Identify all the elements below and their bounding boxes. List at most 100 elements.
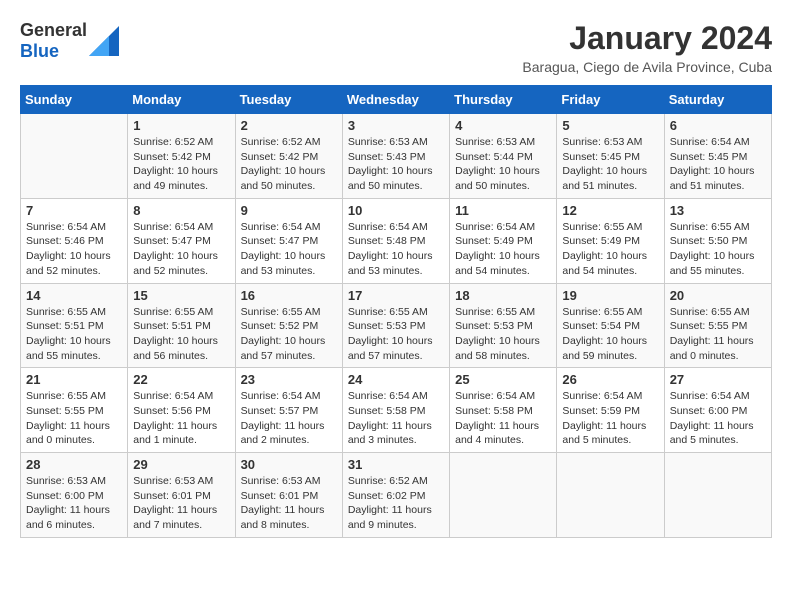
day-cell: 12 Sunrise: 6:55 AM Sunset: 5:49 PM Dayli… (557, 198, 664, 283)
day-number: 20 (670, 288, 766, 303)
day-number: 5 (562, 118, 658, 133)
day-info: Sunrise: 6:55 AM Sunset: 5:49 PM Dayligh… (562, 220, 658, 279)
day-number: 7 (26, 203, 122, 218)
day-cell: 31Sunrise: 6:52 AM Sunset: 6:02 PM Dayli… (342, 453, 449, 538)
day-info: Sunrise: 6:55 AM Sunset: 5:52 PM Dayligh… (241, 305, 337, 364)
header-cell-friday: Friday (557, 86, 664, 114)
day-cell: 9 Sunrise: 6:54 AM Sunset: 5:47 PM Daylig… (235, 198, 342, 283)
day-number: 22 (133, 372, 229, 387)
day-number: 14 (26, 288, 122, 303)
day-cell (450, 453, 557, 538)
logo: General Blue (20, 20, 119, 62)
day-cell: 30 Sunrise: 6:53 AM Sunset: 6:01 PM Dayli… (235, 453, 342, 538)
day-cell: 8Sunrise: 6:54 AM Sunset: 5:47 PM Daylig… (128, 198, 235, 283)
calendar-header: SundayMondayTuesdayWednesdayThursdayFrid… (21, 86, 772, 114)
day-cell: 18 Sunrise: 6:55 AM Sunset: 5:53 PM Dayli… (450, 283, 557, 368)
day-info: Sunrise: 6:55 AM Sunset: 5:53 PM Dayligh… (455, 305, 551, 364)
day-number: 12 (562, 203, 658, 218)
header-cell-tuesday: Tuesday (235, 86, 342, 114)
day-cell: 6Sunrise: 6:54 AM Sunset: 5:45 PM Daylig… (664, 114, 771, 199)
day-cell: 28 Sunrise: 6:53 AM Sunset: 6:00 PM Dayli… (21, 453, 128, 538)
day-info: Sunrise: 6:54 AM Sunset: 5:58 PM Dayligh… (348, 389, 444, 448)
title-area: January 2024 Baragua, Ciego de Avila Pro… (522, 20, 772, 75)
day-number: 29 (133, 457, 229, 472)
header-cell-sunday: Sunday (21, 86, 128, 114)
day-info: Sunrise: 6:55 AM Sunset: 5:54 PM Dayligh… (562, 305, 658, 364)
day-cell (664, 453, 771, 538)
day-cell: 19 Sunrise: 6:55 AM Sunset: 5:54 PM Dayli… (557, 283, 664, 368)
day-number: 4 (455, 118, 551, 133)
day-cell: 7 Sunrise: 6:54 AM Sunset: 5:46 PM Daylig… (21, 198, 128, 283)
header-cell-saturday: Saturday (664, 86, 771, 114)
header-cell-thursday: Thursday (450, 86, 557, 114)
day-info: Sunrise: 6:52 AM Sunset: 6:02 PM Dayligh… (348, 474, 444, 533)
day-cell: 11Sunrise: 6:54 AM Sunset: 5:49 PM Dayli… (450, 198, 557, 283)
day-cell: 15Sunrise: 6:55 AM Sunset: 5:51 PM Dayli… (128, 283, 235, 368)
day-info: Sunrise: 6:53 AM Sunset: 5:45 PM Dayligh… (562, 135, 658, 194)
day-number: 18 (455, 288, 551, 303)
day-cell: 27 Sunrise: 6:54 AM Sunset: 6:00 PM Dayli… (664, 368, 771, 453)
day-info: Sunrise: 6:55 AM Sunset: 5:53 PM Dayligh… (348, 305, 444, 364)
day-cell: 20 Sunrise: 6:55 AM Sunset: 5:55 PM Dayli… (664, 283, 771, 368)
week-row-1: 1Sunrise: 6:52 AM Sunset: 5:42 PM Daylig… (21, 114, 772, 199)
day-cell: 22Sunrise: 6:54 AM Sunset: 5:56 PM Dayli… (128, 368, 235, 453)
header-cell-monday: Monday (128, 86, 235, 114)
day-info: Sunrise: 6:54 AM Sunset: 5:59 PM Dayligh… (562, 389, 658, 448)
day-info: Sunrise: 6:53 AM Sunset: 6:01 PM Dayligh… (241, 474, 337, 533)
day-cell: 24 Sunrise: 6:54 AM Sunset: 5:58 PM Dayli… (342, 368, 449, 453)
day-cell: 5 Sunrise: 6:53 AM Sunset: 5:45 PM Daylig… (557, 114, 664, 199)
page-header: General Blue January 2024 Baragua, Ciego… (20, 20, 772, 75)
day-cell: 10 Sunrise: 6:54 AM Sunset: 5:48 PM Dayli… (342, 198, 449, 283)
day-info: Sunrise: 6:55 AM Sunset: 5:55 PM Dayligh… (670, 305, 766, 364)
week-row-5: 28 Sunrise: 6:53 AM Sunset: 6:00 PM Dayli… (21, 453, 772, 538)
day-number: 28 (26, 457, 122, 472)
week-row-4: 21 Sunrise: 6:55 AM Sunset: 5:55 PM Dayli… (21, 368, 772, 453)
day-cell: 16 Sunrise: 6:55 AM Sunset: 5:52 PM Dayli… (235, 283, 342, 368)
day-number: 19 (562, 288, 658, 303)
day-info: Sunrise: 6:52 AM Sunset: 5:42 PM Dayligh… (241, 135, 337, 194)
day-number: 30 (241, 457, 337, 472)
day-info: Sunrise: 6:55 AM Sunset: 5:55 PM Dayligh… (26, 389, 122, 448)
day-cell: 25 Sunrise: 6:54 AM Sunset: 5:58 PM Dayli… (450, 368, 557, 453)
day-cell: 2 Sunrise: 6:52 AM Sunset: 5:42 PM Daylig… (235, 114, 342, 199)
day-info: Sunrise: 6:54 AM Sunset: 5:47 PM Dayligh… (241, 220, 337, 279)
day-number: 21 (26, 372, 122, 387)
day-number: 6 (670, 118, 766, 133)
day-number: 16 (241, 288, 337, 303)
logo-text: General Blue (20, 20, 87, 62)
day-info: Sunrise: 6:54 AM Sunset: 5:48 PM Dayligh… (348, 220, 444, 279)
day-info: Sunrise: 6:53 AM Sunset: 6:01 PM Dayligh… (133, 474, 229, 533)
day-info: Sunrise: 6:54 AM Sunset: 5:57 PM Dayligh… (241, 389, 337, 448)
calendar-body: 1Sunrise: 6:52 AM Sunset: 5:42 PM Daylig… (21, 114, 772, 538)
day-info: Sunrise: 6:55 AM Sunset: 5:51 PM Dayligh… (133, 305, 229, 364)
header-row: SundayMondayTuesdayWednesdayThursdayFrid… (21, 86, 772, 114)
week-row-3: 14 Sunrise: 6:55 AM Sunset: 5:51 PM Dayli… (21, 283, 772, 368)
day-info: Sunrise: 6:54 AM Sunset: 5:58 PM Dayligh… (455, 389, 551, 448)
day-number: 2 (241, 118, 337, 133)
day-number: 13 (670, 203, 766, 218)
day-info: Sunrise: 6:53 AM Sunset: 5:44 PM Dayligh… (455, 135, 551, 194)
day-cell: 4 Sunrise: 6:53 AM Sunset: 5:44 PM Daylig… (450, 114, 557, 199)
day-number: 27 (670, 372, 766, 387)
day-number: 11 (455, 203, 551, 218)
day-cell (557, 453, 664, 538)
day-number: 10 (348, 203, 444, 218)
day-info: Sunrise: 6:54 AM Sunset: 6:00 PM Dayligh… (670, 389, 766, 448)
day-number: 24 (348, 372, 444, 387)
day-number: 17 (348, 288, 444, 303)
day-info: Sunrise: 6:55 AM Sunset: 5:51 PM Dayligh… (26, 305, 122, 364)
day-number: 23 (241, 372, 337, 387)
day-number: 26 (562, 372, 658, 387)
day-number: 9 (241, 203, 337, 218)
calendar-table: SundayMondayTuesdayWednesdayThursdayFrid… (20, 85, 772, 538)
day-cell: 3Sunrise: 6:53 AM Sunset: 5:43 PM Daylig… (342, 114, 449, 199)
day-info: Sunrise: 6:53 AM Sunset: 6:00 PM Dayligh… (26, 474, 122, 533)
day-number: 25 (455, 372, 551, 387)
logo-icon (89, 26, 119, 56)
logo-blue: Blue (20, 41, 59, 61)
day-info: Sunrise: 6:55 AM Sunset: 5:50 PM Dayligh… (670, 220, 766, 279)
day-info: Sunrise: 6:54 AM Sunset: 5:46 PM Dayligh… (26, 220, 122, 279)
location-title: Baragua, Ciego de Avila Province, Cuba (522, 59, 772, 75)
month-title: January 2024 (522, 20, 772, 57)
day-cell: 29 Sunrise: 6:53 AM Sunset: 6:01 PM Dayli… (128, 453, 235, 538)
